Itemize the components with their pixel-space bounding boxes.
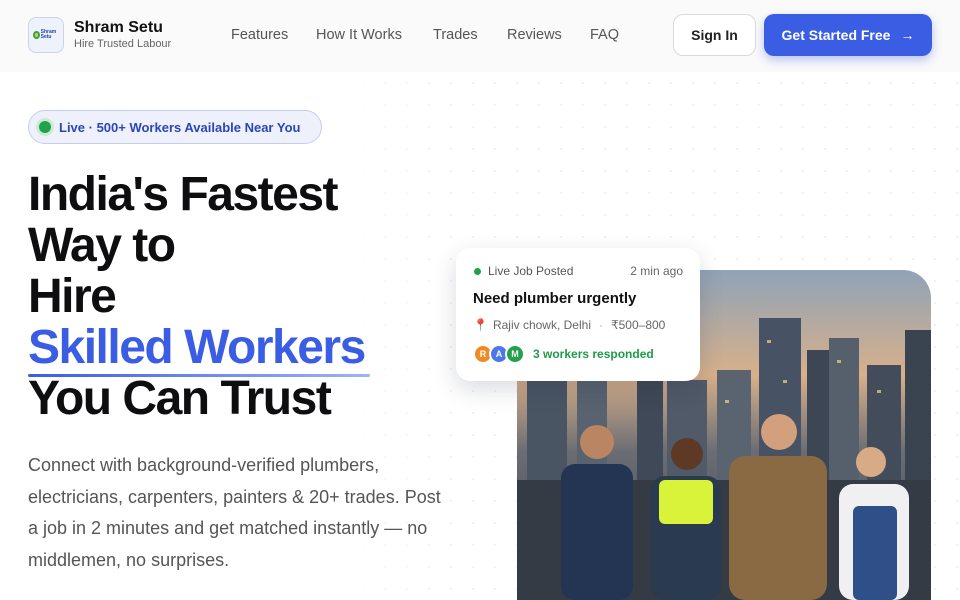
- get-started-label: Get Started Free: [781, 27, 891, 43]
- headline-line-1: India's Fastest: [28, 168, 339, 221]
- nav-link-how-it-works[interactable]: How It Works: [316, 27, 402, 43]
- headline-line-2: Way to: [28, 219, 176, 272]
- sign-in-label: Sign In: [691, 27, 738, 43]
- headline-highlight: Skilled Workers: [28, 321, 366, 374]
- hero-description: Connect with background-verified plumber…: [28, 455, 441, 570]
- arrow-right-icon: →: [900, 27, 915, 43]
- nav-link-trades[interactable]: Trades: [433, 27, 478, 43]
- site-header: Shram Setu Shram Setu Hire Trusted Labou…: [0, 0, 960, 72]
- job-status: Live Job Posted: [474, 264, 573, 278]
- nav-link-reviews[interactable]: Reviews: [507, 27, 562, 43]
- live-badge-text: Live · 500+ Workers Available Near You: [59, 119, 301, 135]
- get-started-button[interactable]: Get Started Free →: [764, 14, 932, 56]
- job-time: 2 min ago: [630, 264, 683, 278]
- brand-logo[interactable]: Shram Setu: [28, 17, 64, 53]
- nav-link-faq[interactable]: FAQ: [590, 27, 619, 43]
- job-status-text: Live Job Posted: [488, 264, 574, 278]
- brand-tagline: Hire Trusted Labour: [74, 38, 172, 50]
- nav-link-features[interactable]: Features: [231, 27, 288, 43]
- live-job-card[interactable]: Live Job Posted 2 min ago Need plumber u…: [456, 248, 700, 381]
- live-dot-icon: [39, 121, 51, 133]
- live-availability-badge: Live · 500+ Workers Available Near You: [28, 110, 322, 144]
- headline-line-5: You Can Trust: [28, 372, 332, 425]
- job-location: Rajiv chowk, Delhi: [492, 318, 591, 332]
- job-title: Need plumber urgently: [473, 290, 637, 307]
- responded-count: 3 workers responded: [533, 347, 654, 361]
- logo-icon: Shram Setu: [33, 28, 59, 42]
- job-budget: ₹500–800: [611, 318, 666, 332]
- headline-line-3: Hire: [28, 270, 117, 323]
- job-meta: 📍 Rajiv chowk, Delhi · ₹500–800: [473, 318, 665, 332]
- responder-avatars: R A M: [473, 344, 525, 364]
- map-pin-icon: 📍: [473, 318, 488, 332]
- live-dot-icon: [474, 267, 481, 275]
- avatar: M: [505, 344, 525, 364]
- brand-name[interactable]: Shram Setu: [74, 19, 163, 37]
- meta-separator: ·: [599, 318, 603, 332]
- sign-in-button[interactable]: Sign In: [673, 14, 756, 56]
